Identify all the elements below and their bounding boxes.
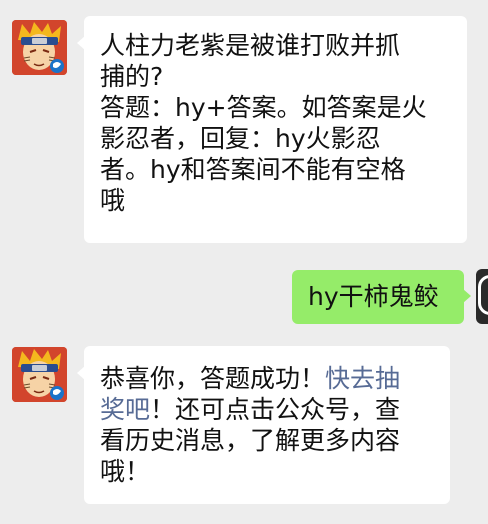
self-avatar[interactable] <box>476 269 488 324</box>
sender-avatar[interactable] <box>12 20 67 75</box>
message-line: 恭喜你，答题成功！快去抽 <box>100 363 434 394</box>
message-bubble-result[interactable]: 恭喜你，答题成功！快去抽 奖吧！还可点击公众号，查 看历史消息，了解更多内容 哦… <box>77 346 450 504</box>
sender-avatar[interactable] <box>12 347 67 402</box>
message-line: 答题：hy+答案。如答案是火 <box>100 93 427 122</box>
message-line: 捕的? <box>100 62 164 91</box>
message-bubble-question[interactable]: 人柱力老紫是被谁打败并抓 捕的? 答题：hy+答案。如答案是火 影忍者，回复：h… <box>77 16 467 243</box>
message-line: 奖吧！还可点击公众号，查 <box>100 394 434 425</box>
message-text: 恭喜你，答题成功！ <box>100 364 326 393</box>
message-text: ！还可点击公众号，查 <box>150 395 401 424</box>
lottery-link[interactable]: 快去抽 <box>325 364 400 393</box>
naruto-avatar-icon <box>12 20 67 75</box>
naruto-avatar-icon <box>12 347 67 402</box>
message-line: 哦！ <box>100 457 151 486</box>
message-bubble-answer[interactable]: hy干柿鬼鲛 <box>292 270 471 324</box>
message-line: 哦 <box>100 186 126 215</box>
lottery-link[interactable]: 奖吧 <box>100 395 150 424</box>
message-line: 人柱力老紫是被谁打败并抓 <box>100 31 401 60</box>
message-line: 者。hy和答案间不能有空格 <box>100 155 406 184</box>
message-text: hy干柿鬼鲛 <box>308 282 439 311</box>
message-line: 影忍者，回复：hy火影忍 <box>100 124 381 153</box>
message-line: 看历史消息，了解更多内容 <box>100 426 401 455</box>
